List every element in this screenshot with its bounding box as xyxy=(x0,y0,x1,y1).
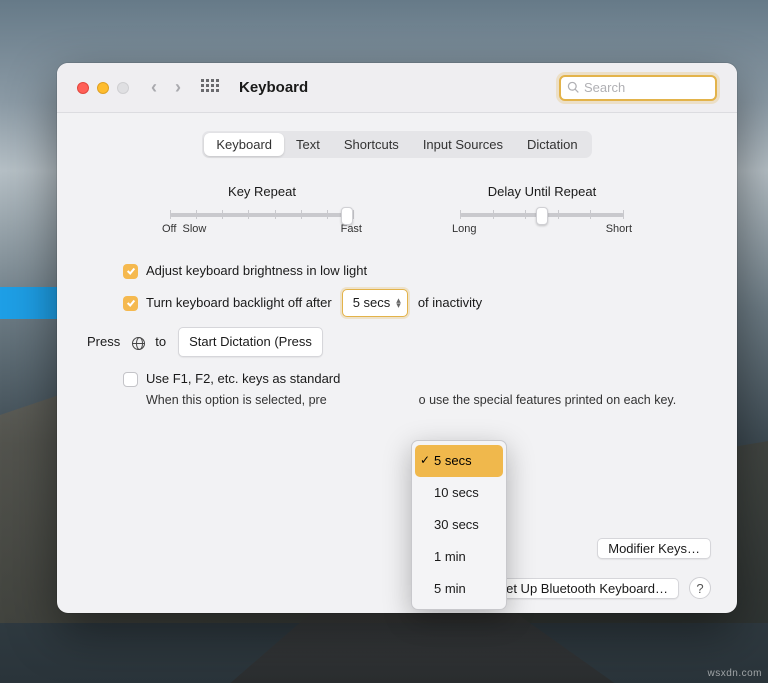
brightness-label: Adjust keyboard brightness in low light xyxy=(146,259,367,283)
help-button[interactable]: ? xyxy=(689,577,711,599)
menu-item-5-secs[interactable]: 5 secs xyxy=(415,445,503,477)
fkeys-help-text: When this option is selected, preo use t… xyxy=(146,391,686,410)
menu-item-30-secs[interactable]: 30 secs xyxy=(412,509,506,541)
dictation-action-dropdown[interactable]: Start Dictation (Press xyxy=(178,327,323,357)
search-placeholder: Search xyxy=(584,80,625,95)
fkeys-label: Use F1, F2, etc. keys as standard xyxy=(146,367,340,391)
nav-forward-button[interactable]: › xyxy=(175,77,181,98)
tab-keyboard[interactable]: Keyboard xyxy=(204,133,284,156)
nav-back-button[interactable]: ‹ xyxy=(151,77,157,98)
key-repeat-label-off: Off xyxy=(162,223,176,235)
delay-label-long: Long xyxy=(452,223,476,235)
traffic-lights xyxy=(77,82,129,94)
key-repeat-title: Key Repeat xyxy=(162,184,362,199)
tab-dictation[interactable]: Dictation xyxy=(515,133,590,156)
fkeys-checkbox[interactable] xyxy=(123,372,138,387)
close-window-button[interactable] xyxy=(77,82,89,94)
globe-icon xyxy=(132,337,145,350)
key-repeat-slider[interactable] xyxy=(170,213,354,217)
window-titlebar: ‹ › Keyboard Search xyxy=(57,63,737,113)
tab-shortcuts[interactable]: Shortcuts xyxy=(332,133,411,156)
backlight-timeout-value: 5 secs xyxy=(353,291,391,315)
watermark-text: wsxdn.com xyxy=(707,668,762,679)
tab-text[interactable]: Text xyxy=(284,133,332,156)
backlight-checkbox[interactable] xyxy=(123,296,138,311)
delay-label-short: Short xyxy=(606,223,632,235)
search-field[interactable]: Search xyxy=(559,75,717,101)
backlight-label-suffix: of inactivity xyxy=(418,291,482,315)
dictation-action-value: Start Dictation (Press xyxy=(189,330,312,354)
zoom-window-button[interactable] xyxy=(117,82,129,94)
window-title: Keyboard xyxy=(239,79,308,96)
press-label-prefix: Press xyxy=(87,330,120,354)
backlight-timeout-menu: 5 secs 10 secs 30 secs 1 min 5 min xyxy=(411,440,507,610)
preferences-window: ‹ › Keyboard Search Keyboard Text Shortc… xyxy=(57,63,737,613)
show-all-prefs-button[interactable] xyxy=(201,79,219,97)
tab-bar: Keyboard Text Shortcuts Input Sources Di… xyxy=(202,131,591,158)
menu-item-5-min[interactable]: 5 min xyxy=(412,573,506,605)
minimize-window-button[interactable] xyxy=(97,82,109,94)
brightness-checkbox[interactable] xyxy=(123,264,138,279)
menu-item-1-min[interactable]: 1 min xyxy=(412,541,506,573)
search-icon xyxy=(567,81,580,94)
tab-input-sources[interactable]: Input Sources xyxy=(411,133,515,156)
delay-slider[interactable] xyxy=(460,213,624,217)
key-repeat-label-slow: Slow xyxy=(182,223,206,235)
key-repeat-slider-block: Key Repeat Off Slow Fast xyxy=(162,184,362,235)
backlight-timeout-dropdown[interactable]: 5 secs ▴▾ xyxy=(342,289,408,317)
backlight-label-prefix: Turn keyboard backlight off after xyxy=(146,291,332,315)
chevron-updown-icon: ▴▾ xyxy=(396,298,401,309)
delay-knob[interactable] xyxy=(536,207,548,225)
modifier-keys-button[interactable]: Modifier Keys… xyxy=(597,538,711,559)
key-repeat-knob[interactable] xyxy=(341,207,353,225)
delay-title: Delay Until Repeat xyxy=(452,184,632,199)
bluetooth-keyboard-button[interactable]: Set Up Bluetooth Keyboard… xyxy=(486,578,679,599)
menu-item-10-secs[interactable]: 10 secs xyxy=(412,477,506,509)
delay-slider-block: Delay Until Repeat Long Short xyxy=(452,184,632,235)
press-label-suffix: to xyxy=(155,330,166,354)
